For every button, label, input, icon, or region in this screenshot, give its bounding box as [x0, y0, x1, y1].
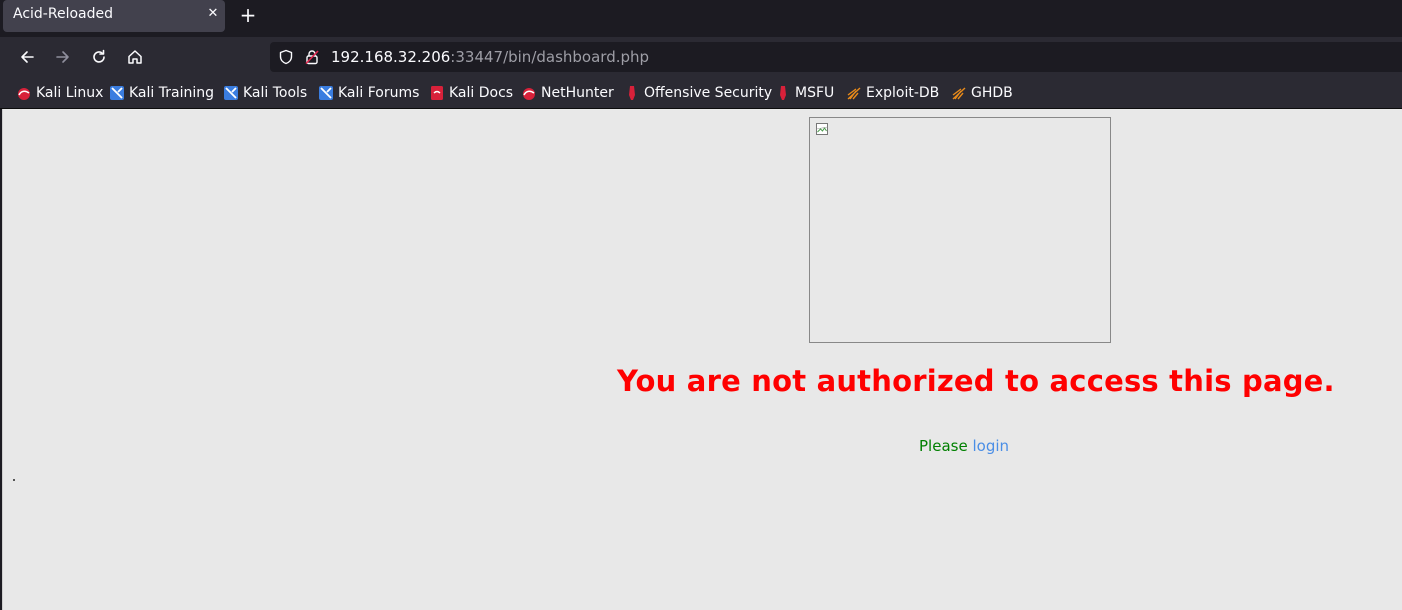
url-bar[interactable]: 192.168.32.206:33447/bin/dashboard.php — [270, 42, 1402, 72]
reload-icon — [93, 49, 105, 63]
tab-close-icon[interactable]: ✕ — [205, 5, 221, 23]
broken-image-icon — [816, 123, 828, 135]
tab-acid-reloaded[interactable]: Acid-Reloaded ✕ — [3, 0, 225, 32]
bookmark-label: Kali Forums — [338, 85, 420, 101]
home-button[interactable] — [124, 46, 146, 68]
bookmark-label: Offensive Security — [644, 85, 773, 101]
navigation-toolbar: 192.168.32.206:33447/bin/dashboard.php — [0, 37, 1402, 77]
login-prompt: Please login — [919, 437, 1009, 455]
bookmark-label: NetHunter — [541, 85, 614, 101]
nethunter-icon — [523, 88, 535, 100]
bookmark-label: Kali Docs — [449, 85, 514, 101]
bookmark-label: Exploit-DB — [866, 85, 940, 101]
bookmark-msfu[interactable]: MSFU — [775, 83, 834, 103]
tab-title: Acid-Reloaded — [13, 6, 113, 22]
bookmark-kali-linux[interactable]: Kali Linux — [16, 83, 103, 103]
kali-training-icon — [110, 86, 124, 100]
please-text: Please — [919, 437, 968, 455]
ghdb-icon — [952, 87, 966, 100]
tab-strip: Acid-Reloaded ✕ + — [0, 0, 1402, 37]
back-arrow-icon — [21, 51, 34, 63]
bookmark-label: Kali Linux — [36, 85, 104, 101]
new-tab-button[interactable]: + — [237, 4, 259, 26]
tracking-protection-shield-icon[interactable] — [278, 49, 294, 65]
bookmark-ghdb[interactable]: GHDB — [951, 83, 1013, 103]
bookmark-exploit-db[interactable]: Exploit-DB — [846, 83, 939, 103]
bookmark-kali-docs[interactable]: Kali Docs — [429, 83, 513, 103]
broken-image — [809, 117, 1111, 343]
bookmark-kali-forums[interactable]: Kali Forums — [318, 83, 419, 103]
home-icon — [128, 50, 142, 64]
kali-tools-icon — [224, 86, 238, 100]
stray-dot — [13, 479, 15, 481]
offsec-icon — [629, 86, 635, 100]
bookmark-label: MSFU — [795, 85, 835, 101]
bookmark-kali-training[interactable]: Kali Training — [109, 83, 214, 103]
login-link[interactable]: login — [972, 437, 1009, 455]
forward-arrow-icon — [56, 51, 69, 63]
bookmark-label: Kali Training — [129, 85, 214, 101]
reload-button[interactable] — [88, 46, 110, 68]
msfu-icon — [780, 86, 786, 100]
bookmark-label: Kali Tools — [243, 85, 308, 101]
bookmarks-toolbar: Kali Linux Kali Training Kali Tools Kali… — [0, 77, 1402, 109]
url-text[interactable]: 192.168.32.206:33447/bin/dashboard.php — [331, 48, 649, 66]
not-authorized-heading: You are not authorized to access this pa… — [617, 364, 1335, 398]
bookmark-kali-tools[interactable]: Kali Tools — [223, 83, 307, 103]
kali-forums-icon — [319, 86, 333, 100]
insecure-lock-icon[interactable] — [304, 49, 320, 65]
back-button[interactable] — [16, 46, 38, 68]
exploit-db-icon — [847, 87, 861, 100]
url-path: :33447/bin/dashboard.php — [450, 48, 650, 66]
page-viewport: You are not authorized to access this pa… — [2, 109, 1402, 610]
forward-button[interactable] — [52, 46, 74, 68]
bookmark-label: GHDB — [971, 85, 1013, 101]
kali-docs-icon — [431, 86, 443, 100]
url-host: 192.168.32.206 — [331, 48, 451, 66]
kali-linux-icon — [18, 88, 30, 100]
bookmark-nethunter[interactable]: NetHunter — [521, 83, 614, 103]
bookmark-offensive-security[interactable]: Offensive Security — [624, 83, 772, 103]
